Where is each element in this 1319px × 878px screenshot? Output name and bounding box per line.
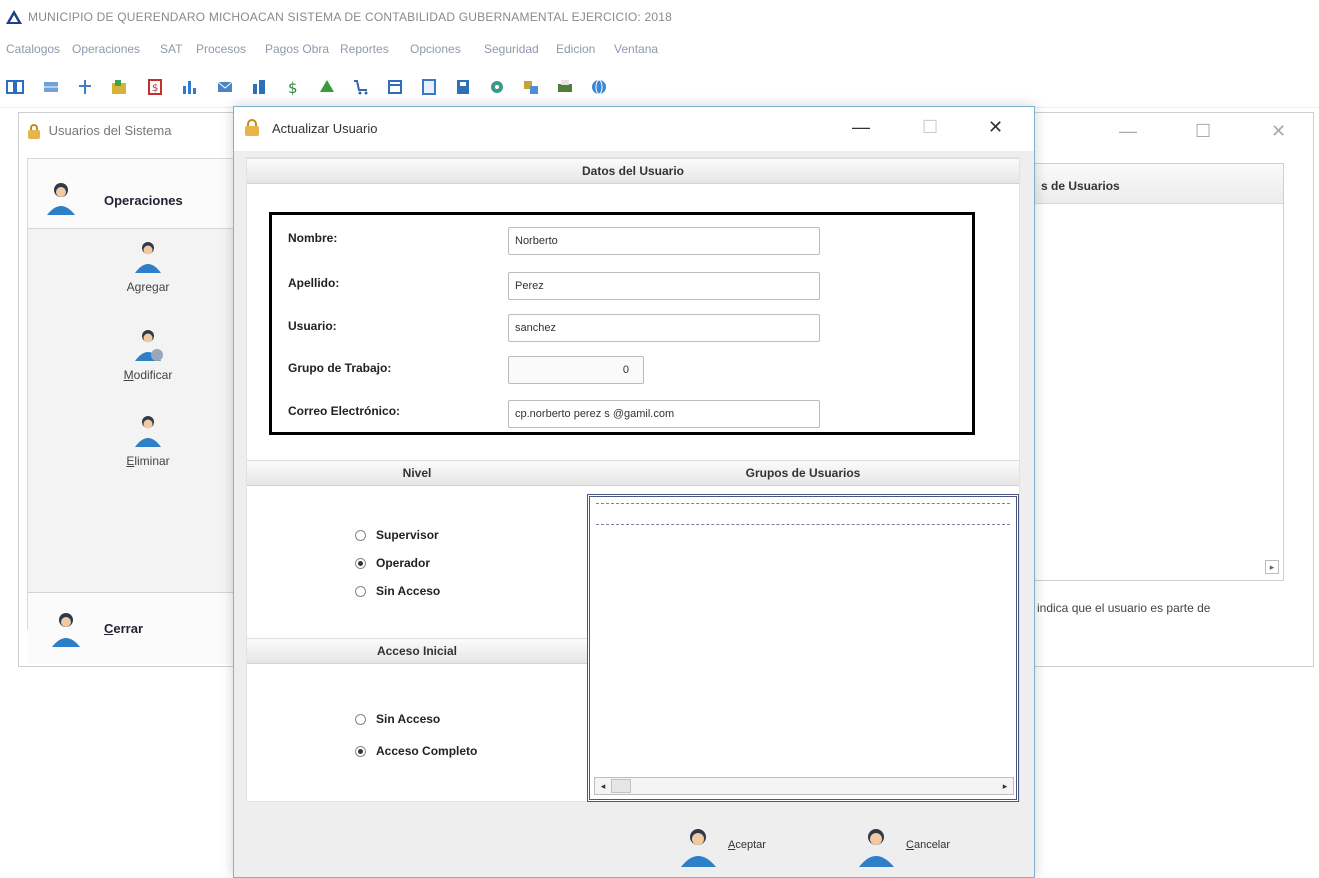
- gear-icon[interactable]: [488, 78, 506, 96]
- nombre-field[interactable]: [508, 227, 820, 255]
- dialog-title: Actualizar Usuario: [272, 121, 378, 136]
- user-data-header: Datos del Usuario: [247, 158, 1019, 184]
- radio-sin-acceso-nivel[interactable]: Sin Acceso: [355, 584, 440, 598]
- folder-icon[interactable]: [110, 78, 128, 96]
- apellido-field[interactable]: [508, 272, 820, 300]
- bg-maximize-button[interactable]: ☐: [1195, 121, 1211, 142]
- edit-user-icon: [135, 330, 163, 361]
- radio-supervisor[interactable]: Supervisor: [355, 528, 439, 542]
- globe-icon[interactable]: [590, 78, 608, 96]
- menu-reportes[interactable]: Reportes: [340, 42, 389, 56]
- cancel-user-icon: [859, 829, 894, 867]
- dollar-icon[interactable]: $: [284, 78, 302, 96]
- doc-icon[interactable]: [420, 78, 438, 96]
- apellido-label: Apellido:: [288, 276, 340, 290]
- update-user-dialog: Actualizar Usuario — ☐ ✕ Datos del Usuar…: [233, 106, 1035, 878]
- svg-text:$: $: [288, 79, 298, 96]
- app-title: MUNICIPIO DE QUERENDARO MICHOACAN SISTEM…: [28, 10, 672, 24]
- scroll-right-icon[interactable]: ▸: [998, 779, 1012, 793]
- menu-operaciones[interactable]: Operaciones: [72, 42, 140, 56]
- menu-ventana[interactable]: Ventana: [614, 42, 658, 56]
- correo-field[interactable]: [508, 400, 820, 428]
- add-user-icon: [135, 242, 161, 273]
- transfer-icon[interactable]: [522, 78, 540, 96]
- radio-operador[interactable]: Operador: [355, 556, 430, 570]
- menu-opciones[interactable]: Opciones: [410, 42, 461, 56]
- dialog-body: Datos del Usuario Nombre: Apellido: Usua…: [246, 157, 1020, 802]
- radio-sin-acceso-inicial[interactable]: Sin Acceso: [355, 712, 440, 726]
- save-icon[interactable]: [454, 78, 472, 96]
- menu-procesos[interactable]: Procesos: [196, 42, 246, 56]
- grupos-usuarios-header: Grupos de Usuarios: [587, 460, 1019, 486]
- menu-bar: Catalogos Operaciones SAT Procesos Pagos…: [0, 38, 1319, 62]
- correo-label: Correo Electrónico:: [288, 404, 401, 418]
- add-user-button[interactable]: Agregar: [98, 239, 198, 294]
- remove-user-icon: [135, 416, 161, 447]
- bg-minimize-button[interactable]: —: [1119, 121, 1137, 142]
- bg-user-groups-panel: s de Usuarios ▸: [1034, 163, 1284, 581]
- radio-sin-acceso-nivel-circle: [355, 586, 366, 598]
- dialog-minimize-button[interactable]: —: [852, 117, 870, 138]
- menu-sat[interactable]: SAT: [160, 42, 182, 56]
- menu-edicion[interactable]: Edicion: [556, 42, 595, 56]
- chart-icon[interactable]: [180, 78, 198, 96]
- close-user-icon: [52, 613, 80, 647]
- menu-seguridad[interactable]: Seguridad: [484, 42, 539, 56]
- radio-acceso-completo-circle: [355, 746, 366, 758]
- cancel-button[interactable]: Cancelar: [854, 825, 950, 872]
- dialog-titlebar: Actualizar Usuario — ☐ ✕: [234, 107, 1034, 151]
- user-groups-list[interactable]: ◂ ▸: [587, 494, 1019, 802]
- svg-text:$: $: [152, 83, 158, 94]
- radio-operador-circle: [355, 558, 366, 570]
- operations-panel: Operaciones Agregar Modificar Eliminar C…: [27, 158, 258, 664]
- scroll-right-icon[interactable]: ▸: [1265, 560, 1279, 574]
- modify-user-button[interactable]: Modificar: [98, 327, 198, 382]
- radio-supervisor-circle: [355, 530, 366, 542]
- menu-pagos-obra[interactable]: Pagos Obra: [265, 42, 329, 56]
- grid-icon[interactable]: [6, 78, 24, 96]
- bg-group-note: indica que el usuario es parte de: [1037, 601, 1211, 615]
- money-icon[interactable]: $: [146, 78, 164, 96]
- user-form: Nombre: Apellido: Usuario: Grupo de Trab…: [269, 212, 975, 435]
- operations-header: Operaciones: [28, 159, 258, 229]
- table-icon[interactable]: [42, 78, 60, 96]
- usuario-field[interactable]: [508, 314, 820, 342]
- scroll-left-icon[interactable]: ◂: [596, 779, 610, 793]
- toolbar: $ $: [0, 64, 1319, 108]
- menu-catalogos[interactable]: Catalogos: [6, 42, 60, 56]
- acceso-inicial-header: Acceso Inicial: [247, 638, 587, 664]
- app-logo-icon: [6, 10, 22, 24]
- accept-button[interactable]: Aceptar: [676, 825, 766, 872]
- nombre-label: Nombre:: [288, 231, 338, 245]
- mail-icon[interactable]: [216, 78, 234, 96]
- tree-icon[interactable]: [318, 78, 336, 96]
- close-button[interactable]: Cerrar: [28, 592, 258, 664]
- list-item[interactable]: [596, 503, 1010, 525]
- app-titlebar: MUNICIPIO DE QUERENDARO MICHOACAN SISTEM…: [0, 0, 1319, 34]
- print-icon[interactable]: [556, 78, 574, 96]
- org-icon[interactable]: [76, 78, 94, 96]
- radio-sin-acceso-inicial-circle: [355, 714, 366, 726]
- window-icon[interactable]: [386, 78, 404, 96]
- usuario-label: Usuario:: [288, 319, 337, 333]
- user-icon: [47, 183, 75, 215]
- grupo-trabajo-field[interactable]: [508, 356, 644, 384]
- grupo-trabajo-label: Grupo de Trabajo:: [288, 361, 392, 375]
- bg-window-title: Usuarios del Sistema: [27, 123, 171, 140]
- delete-user-button[interactable]: Eliminar: [98, 413, 198, 468]
- dialog-close-button[interactable]: ✕: [988, 117, 1003, 138]
- lock-icon: [28, 123, 40, 139]
- cart-icon[interactable]: [352, 78, 370, 96]
- nivel-header: Nivel: [247, 460, 587, 486]
- dialog-maximize-button[interactable]: ☐: [922, 117, 938, 138]
- scroll-thumb[interactable]: [611, 779, 631, 793]
- lock-icon: [245, 119, 259, 136]
- report-icon[interactable]: [250, 78, 268, 96]
- bg-user-groups-header: s de Usuarios: [1035, 164, 1283, 204]
- radio-acceso-completo[interactable]: Acceso Completo: [355, 744, 477, 758]
- accept-user-icon: [681, 829, 716, 867]
- bg-close-button[interactable]: ✕: [1271, 121, 1286, 142]
- horizontal-scrollbar[interactable]: ◂ ▸: [594, 777, 1014, 795]
